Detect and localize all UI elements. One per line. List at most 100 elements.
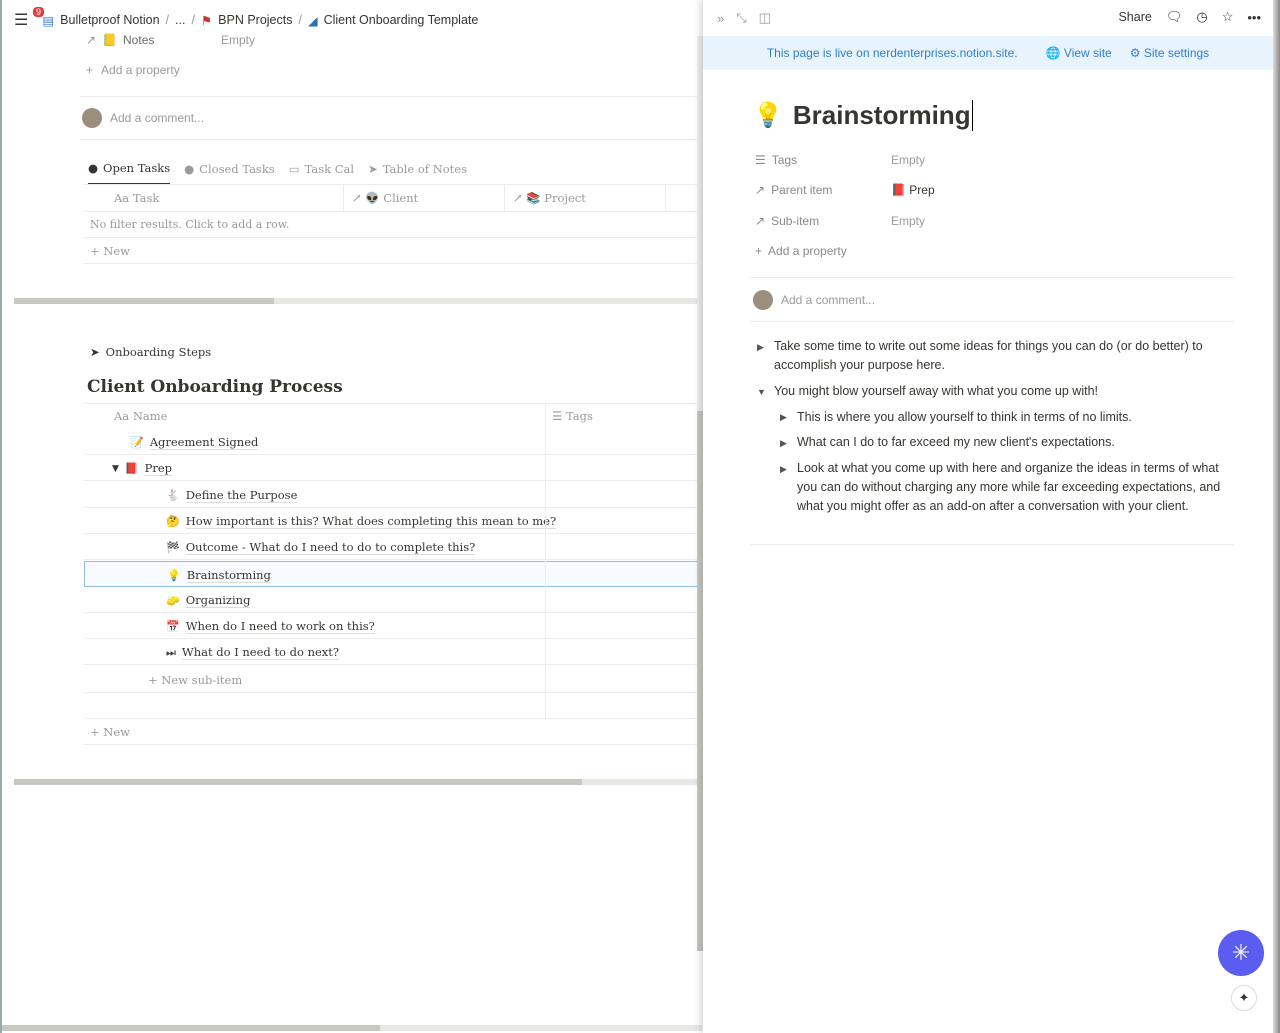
column-header-task[interactable]: Aa Task	[114, 191, 159, 205]
check-circle-icon: ●	[184, 162, 195, 176]
new-row-button[interactable]: + New	[90, 725, 130, 739]
menu-icon[interactable]: ☰ 9	[14, 7, 45, 30]
database-page-panel: ☰ 9 ▤ Bulletproof Notion / ... / ⚑ BPN Proj…	[0, 0, 703, 1033]
breadcrumb-item[interactable]: Client Onboarding Template	[324, 13, 479, 27]
page-title[interactable]: Brainstorming	[793, 100, 973, 131]
new-label: New	[103, 725, 131, 739]
column-header-tags[interactable]: ☰ Tags	[552, 409, 593, 423]
row-name[interactable]: Prep	[144, 461, 173, 477]
ai-sparkle-button[interactable]: ✦	[1231, 985, 1257, 1011]
parent-link[interactable]: Prep	[909, 183, 934, 197]
star-icon[interactable]: ☆	[1222, 9, 1234, 25]
toggle-collapsed-icon[interactable]: ▶	[780, 464, 787, 475]
table-row[interactable]: 🐇 Define the Purpose	[84, 482, 700, 508]
table-row[interactable]: 📅 When do I need to work on this?	[84, 613, 700, 640]
column-header-project[interactable]: ↗ 📚 Project	[513, 191, 586, 205]
comment-icon[interactable]: 🗨	[1166, 9, 1183, 25]
more-icon[interactable]: •••	[1247, 10, 1261, 25]
property-value[interactable]: Empty	[221, 33, 255, 47]
property-tags[interactable]: ☰ Tags Empty	[755, 153, 925, 167]
tab-label: Task Cal	[304, 162, 355, 176]
table-row[interactable]: 🏁 Outcome - What do I need to do to compl…	[84, 534, 700, 561]
site-settings-link[interactable]: ⚙ Site settings	[1130, 46, 1209, 60]
table-row[interactable]: 📝 Agreement Signed	[84, 429, 700, 455]
table-row[interactable]: ▼ 📕 Prep	[84, 455, 700, 482]
add-property-label: Add a property	[101, 63, 180, 77]
new-sub-item-button[interactable]: + New sub-item	[148, 673, 242, 687]
table-row[interactable]: 🤔 How important is this? What does comple…	[84, 508, 700, 534]
property-value[interactable]: Empty	[891, 214, 925, 228]
row-name[interactable]: Brainstorming	[186, 568, 271, 583]
ai-assistant-button[interactable]: ✳	[1218, 930, 1264, 976]
toggle-block[interactable]: Take some time to write out some ideas f…	[774, 337, 1224, 375]
table-row[interactable]: 🧽 Organizing	[84, 587, 700, 613]
template-icon: ◢	[307, 13, 318, 28]
column-label: Project	[544, 191, 586, 205]
toggle-expanded-icon[interactable]: ▼	[112, 464, 119, 474]
view-label: Onboarding Steps	[105, 345, 212, 359]
row-name[interactable]: Agreement Signed	[149, 435, 259, 450]
onboarding-view-tab[interactable]: ➤ Onboarding Steps	[90, 345, 211, 359]
horizontal-scrollbar[interactable]	[14, 298, 698, 304]
view-site-link[interactable]: 🌐 View site	[1046, 46, 1112, 60]
tab-task-cal[interactable]: ▭ Task Cal	[289, 162, 354, 184]
toggle-expanded-icon[interactable]: ▼	[757, 387, 766, 397]
property-parent-item[interactable]: ↗ Parent item 📕 Prep	[755, 183, 935, 197]
row-name[interactable]: How important is this? What does complet…	[185, 514, 557, 529]
page-scrollbar[interactable]	[2, 1025, 702, 1031]
toggle-collapsed-icon[interactable]: ▶	[757, 342, 764, 353]
property-value[interactable]: 📕 Prep	[891, 183, 935, 197]
row-name[interactable]: Organizing	[185, 593, 251, 608]
comment-placeholder: Add a comment...	[781, 293, 876, 307]
calendar-icon: ▭	[288, 162, 300, 176]
side-peek-panel: » ⤡ ◫ Share 🗨 ◷ ☆ ••• This page is live …	[703, 0, 1273, 1033]
row-emoji-icon: 📅	[166, 620, 180, 634]
comment-input[interactable]: Add a comment...	[753, 290, 875, 310]
table-row[interactable]: 💡 Brainstorming	[84, 560, 700, 587]
row-name[interactable]: Outcome - What do I need to do to comple…	[185, 540, 476, 556]
side-peek-icon[interactable]: ◫	[759, 10, 771, 26]
share-button[interactable]: Share	[1118, 10, 1151, 24]
toggle-block[interactable]: What can I do to far exceed my new clien…	[797, 433, 1227, 452]
column-header-client[interactable]: ↗ 👽 Client	[352, 191, 418, 205]
tab-closed-tasks[interactable]: ● Closed Tasks	[184, 162, 275, 184]
property-sub-item[interactable]: ↗ Sub-item Empty	[755, 214, 925, 228]
database-icon: ▤	[42, 13, 55, 28]
row-emoji-icon: ⏭	[166, 645, 176, 659]
add-property-button[interactable]: + Add a property	[86, 63, 180, 77]
new-sub-label: New sub-item	[161, 673, 243, 687]
expand-icon[interactable]: ⤡	[736, 10, 746, 26]
site-live-banner: This page is live on nerdenterprises.not…	[703, 36, 1273, 70]
toggle-collapsed-icon[interactable]: ▶	[780, 412, 787, 423]
notes-property[interactable]: ↗ 📒 Notes Empty	[86, 33, 255, 47]
toggle-block[interactable]: Look at what you come up with here and o…	[797, 459, 1222, 516]
send-icon: ➤	[90, 345, 100, 359]
row-name[interactable]: When do I need to work on this?	[185, 619, 375, 635]
database-title[interactable]: Client Onboarding Process	[87, 377, 343, 397]
close-peek-icon[interactable]: »	[717, 11, 724, 26]
row-emoji-icon: 📝	[130, 436, 144, 449]
breadcrumb-item[interactable]: Bulletproof Notion	[60, 13, 159, 27]
history-icon[interactable]: ◷	[1196, 9, 1207, 25]
row-name[interactable]: Define the Purpose	[185, 488, 298, 503]
row-name[interactable]: What do I need to do next?	[181, 645, 340, 661]
column-header-name[interactable]: Aa Name	[114, 409, 167, 423]
table-row[interactable]: ⏭ What do I need to do next?	[84, 639, 700, 666]
lightbulb-icon[interactable]: 💡	[753, 101, 783, 130]
horizontal-scrollbar[interactable]	[14, 779, 698, 785]
property-value[interactable]: Empty	[891, 153, 925, 167]
toggle-block[interactable]: This is where you allow yourself to thin…	[797, 408, 1227, 427]
sparkle-icon: ✦	[1238, 990, 1250, 1005]
breadcrumb-item[interactable]: BPN Projects	[218, 13, 292, 27]
tab-table-of-notes[interactable]: ➤ Table of Notes	[368, 162, 467, 184]
tab-open-tasks[interactable]: ● Open Tasks	[88, 161, 171, 185]
add-property-button[interactable]: + Add a property	[755, 244, 847, 258]
toggle-block[interactable]: You might blow yourself away with what y…	[774, 382, 1224, 401]
comment-input[interactable]: Add a comment...	[82, 108, 204, 128]
breadcrumb-item[interactable]: ...	[175, 13, 185, 27]
row-emoji-icon: 🧽	[166, 593, 180, 607]
new-row-button[interactable]: + New	[90, 244, 130, 258]
column-label: Tags	[565, 409, 593, 423]
toggle-collapsed-icon[interactable]: ▶	[780, 438, 787, 449]
empty-results-message[interactable]: No filter results. Click to add a row.	[90, 218, 289, 231]
